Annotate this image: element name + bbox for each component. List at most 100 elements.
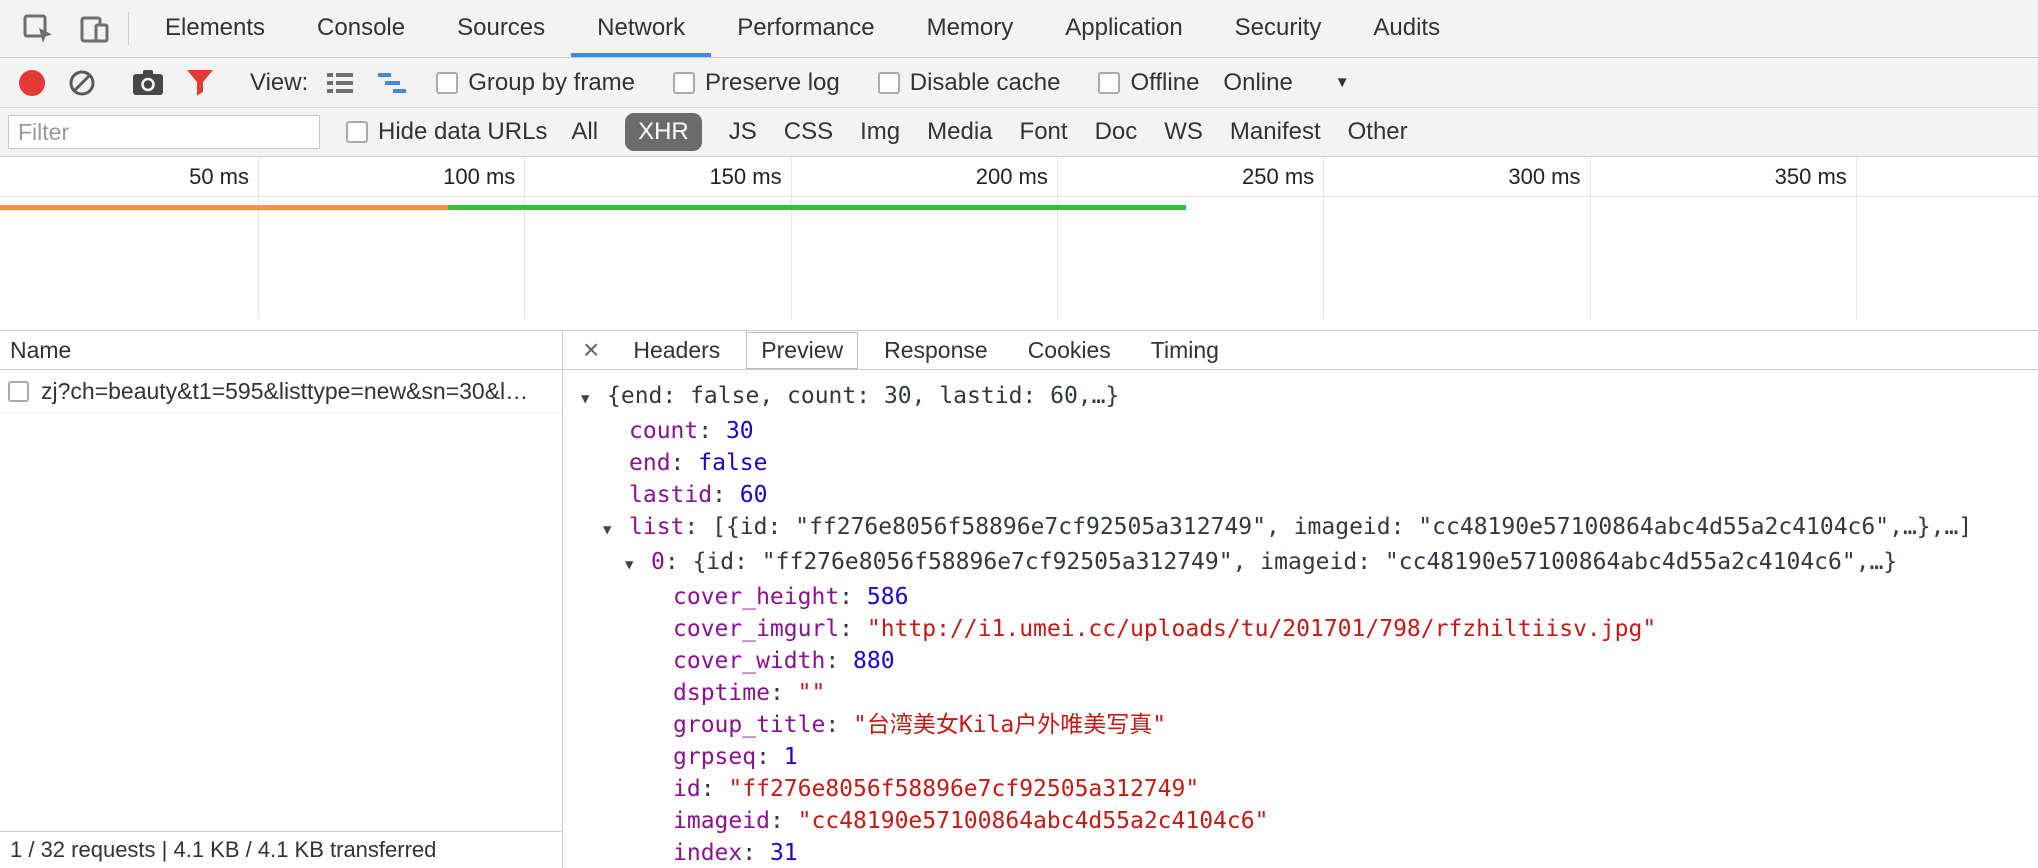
- filter-bar: Hide data URLs All XHR JS CSS Img Media Font Do…: [0, 108, 2038, 157]
- expander-icon[interactable]: ▼: [603, 514, 629, 546]
- filter-type-css[interactable]: CSS: [784, 118, 833, 146]
- checkbox-disable-cache[interactable]: Disable cache: [878, 69, 1061, 97]
- toolbar-checkboxes: Group by frame Preserve log Disable cache O…: [436, 69, 1199, 97]
- detail-tab-cookies[interactable]: Cookies: [1014, 333, 1125, 368]
- json-value: 1: [784, 744, 798, 770]
- inspect-element-button[interactable]: [10, 0, 66, 57]
- timeline-gridline: [1590, 157, 1591, 319]
- screenshot-button[interactable]: [121, 69, 175, 96]
- detail-tab-headers[interactable]: Headers: [619, 333, 734, 368]
- large-request-rows-button[interactable]: [314, 70, 366, 96]
- close-icon[interactable]: ×: [573, 336, 609, 364]
- json-value: 30: [726, 418, 754, 444]
- tab-elements[interactable]: Elements: [139, 0, 291, 57]
- filter-input[interactable]: [8, 115, 320, 149]
- preview-tree-row[interactable]: id: "ff276e8056f58896e7cf92505a312749": [563, 773, 2038, 805]
- filter-type-manifest[interactable]: Manifest: [1230, 118, 1321, 146]
- request-list: zj?ch=beauty&t1=595&listtype=new&sn=30&l…: [0, 370, 562, 413]
- preview-tree-row[interactable]: cover_height: 586: [563, 581, 2038, 613]
- filter-type-font[interactable]: Font: [1020, 118, 1068, 146]
- checkbox-hide-data-urls[interactable]: Hide data URLs: [346, 118, 547, 146]
- tab-audits[interactable]: Audits: [1347, 0, 1466, 57]
- tab-console[interactable]: Console: [291, 0, 431, 57]
- view-label: View:: [250, 69, 308, 97]
- preview-tree-row[interactable]: ▼0: {id: "ff276e8056f58896e7cf92505a3127…: [563, 546, 2038, 581]
- tab-sources[interactable]: Sources: [431, 0, 571, 57]
- timeline-tick-label: 300 ms: [1508, 164, 1589, 190]
- record-button[interactable]: [8, 70, 56, 96]
- preview-tree-row[interactable]: grpseq: 1: [563, 741, 2038, 773]
- request-checkbox[interactable]: [8, 381, 29, 402]
- filter-type-other[interactable]: Other: [1348, 118, 1408, 146]
- detail-tab-response[interactable]: Response: [870, 333, 1002, 368]
- network-main-area: Name zj?ch=beauty&t1=595&listtype=new&sn…: [0, 330, 2038, 868]
- preview-tree-row[interactable]: imageid: "cc48190e57100864abc4d55a2c4104…: [563, 805, 2038, 837]
- show-overview-button[interactable]: [366, 70, 418, 96]
- preview-tree-row[interactable]: ▼{end: false, count: 30, lastid: 60,…}: [563, 380, 2038, 415]
- tab-application[interactable]: Application: [1039, 0, 1208, 57]
- json-preview: :: [770, 680, 798, 706]
- filter-type-doc[interactable]: Doc: [1095, 118, 1138, 146]
- json-preview: :: [825, 712, 853, 738]
- filter-type-ws[interactable]: WS: [1164, 118, 1203, 146]
- clear-button[interactable]: [56, 68, 108, 98]
- checkbox-preserve-log[interactable]: Preserve log: [673, 69, 840, 97]
- json-key: lastid: [629, 482, 712, 508]
- json-preview: [{id: "ff276e8056f58896e7cf92505a312749"…: [712, 514, 1972, 540]
- detail-panel: × HeadersPreviewResponseCookiesTiming ▼{…: [563, 331, 2038, 868]
- timeline-header-divider: [0, 196, 2038, 197]
- preview-tree-row[interactable]: group_title: "台湾美女Kila户外唯美写真": [563, 709, 2038, 741]
- throttling-select[interactable]: Online ▼: [1223, 69, 1349, 97]
- json-preview: :: [742, 840, 770, 866]
- json-preview: :: [665, 549, 693, 575]
- json-preview: :: [756, 744, 784, 770]
- filter-type-js[interactable]: JS: [729, 118, 757, 146]
- preview-tree-row[interactable]: lastid: 60: [563, 479, 2038, 511]
- json-preview: :: [671, 450, 699, 476]
- preview-tree-row[interactable]: cover_width: 880: [563, 645, 2038, 677]
- timeline-gridline: [1057, 157, 1058, 319]
- timeline-gridline: [791, 157, 792, 319]
- preview-tree-row[interactable]: count: 30: [563, 415, 2038, 447]
- request-row[interactable]: zj?ch=beauty&t1=595&listtype=new&sn=30&l…: [0, 370, 562, 413]
- json-preview: {end: false, count: 30, lastid: 60,…}: [607, 383, 1119, 409]
- filter-type-img[interactable]: Img: [860, 118, 900, 146]
- filter-type-media[interactable]: Media: [927, 118, 992, 146]
- tab-memory[interactable]: Memory: [901, 0, 1040, 57]
- filter-button[interactable]: [175, 69, 225, 96]
- tab-network[interactable]: Network: [571, 0, 711, 57]
- filter-type-all[interactable]: All: [571, 118, 598, 146]
- overview-bar-segment: [448, 205, 1186, 210]
- preview-tree-row[interactable]: end: false: [563, 447, 2038, 479]
- detail-tab-preview[interactable]: Preview: [746, 332, 858, 369]
- json-key: cover_imgurl: [673, 616, 839, 642]
- preview-tree-row[interactable]: index: 31: [563, 837, 2038, 868]
- json-value: "http://i1.umei.cc/uploads/tu/201701/798…: [867, 616, 1656, 642]
- checkbox-group-by-frame[interactable]: Group by frame: [436, 69, 635, 97]
- waterfall-overview[interactable]: 50 ms100 ms150 ms200 ms250 ms300 ms350 m…: [0, 157, 2038, 330]
- tab-security[interactable]: Security: [1209, 0, 1348, 57]
- expander-icon[interactable]: ▼: [581, 383, 607, 415]
- preview-tree-row[interactable]: cover_imgurl: "http://i1.umei.cc/uploads…: [563, 613, 2038, 645]
- list-rows-icon: [325, 70, 355, 96]
- network-toolbar: View: Group by frame Preserve log Disable …: [0, 58, 2038, 108]
- tab-performance[interactable]: Performance: [711, 0, 900, 57]
- json-key: id: [673, 776, 701, 802]
- checkbox-offline[interactable]: Offline: [1098, 69, 1199, 97]
- preview-tree-row[interactable]: dsptime: "": [563, 677, 2038, 709]
- name-column-header[interactable]: Name: [0, 331, 562, 370]
- expander-icon[interactable]: ▼: [625, 549, 651, 581]
- json-value: 880: [853, 648, 895, 674]
- device-toolbar-button[interactable]: [66, 0, 122, 57]
- request-name: zj?ch=beauty&t1=595&listtype=new&sn=30&l…: [41, 378, 528, 405]
- json-key: list: [629, 514, 684, 540]
- checkbox-icon: [436, 72, 458, 94]
- filter-type-xhr[interactable]: XHR: [625, 113, 702, 151]
- separator: [128, 12, 129, 45]
- detail-tabs: Headers Preview Response Cookies Timing: [613, 332, 1239, 369]
- dropdown-arrow-icon: ▼: [1335, 74, 1350, 91]
- json-key: dsptime: [673, 680, 770, 706]
- json-value: 586: [867, 584, 909, 610]
- detail-tab-timing[interactable]: Timing: [1137, 333, 1233, 368]
- preview-tree-row[interactable]: ▼list: [{id: "ff276e8056f58896e7cf92505a…: [563, 511, 2038, 546]
